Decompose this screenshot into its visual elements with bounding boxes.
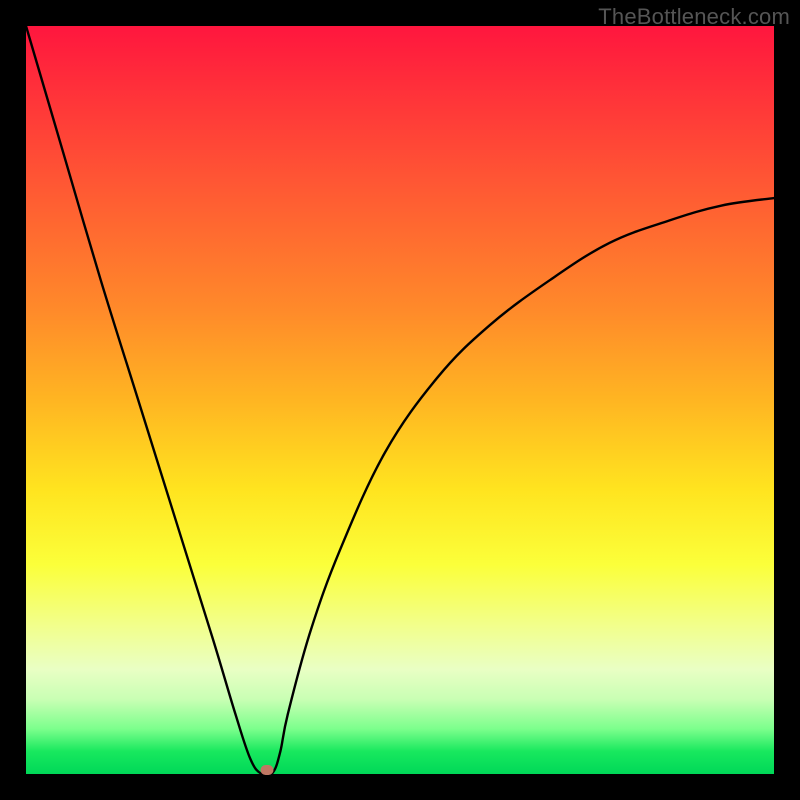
optimal-point-marker xyxy=(260,765,273,775)
plot-area xyxy=(26,26,774,774)
chart-frame: TheBottleneck.com xyxy=(0,0,800,800)
bottleneck-curve xyxy=(26,26,774,774)
